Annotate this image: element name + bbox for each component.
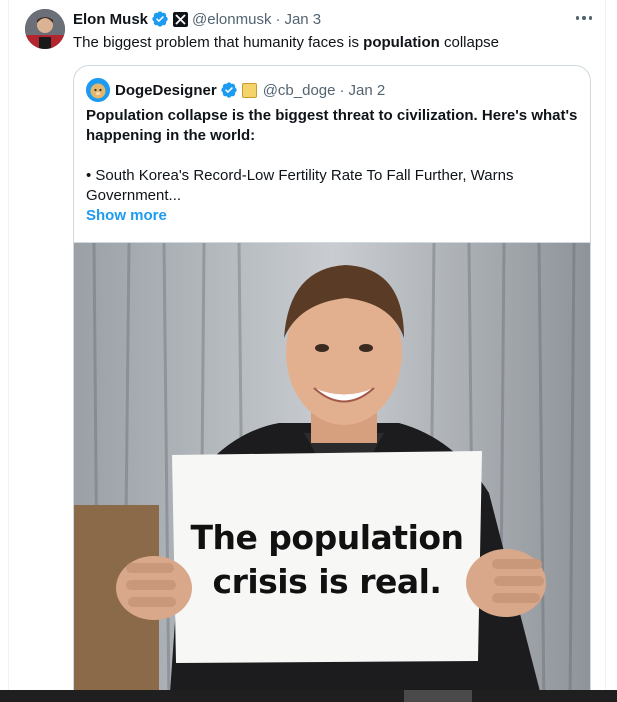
tweet-text-part1: The biggest problem that humanity faces …: [73, 34, 364, 51]
author-handle[interactable]: @elonmusk: [192, 11, 271, 28]
tweet-text: The biggest problem that humanity faces …: [73, 33, 499, 53]
quoted-author-handle[interactable]: @cb_doge: [263, 82, 336, 99]
verified-badge-icon: [221, 82, 237, 98]
author-avatar[interactable]: [25, 9, 65, 49]
quoted-tweet-headline: Population collapse is the biggest threa…: [86, 107, 578, 144]
show-more-link[interactable]: Show more: [86, 206, 167, 226]
x-logo-icon: [173, 11, 189, 27]
quoted-tweet-header: DogeDesigner @cb_doge · Jan 2: [86, 78, 385, 102]
tweet-card[interactable]: Elon Musk @elonmusk · Jan 3 The biggest …: [8, 0, 606, 702]
quoted-author-avatar[interactable]: [86, 78, 110, 102]
quoted-tweet-image[interactable]: The population crisis is real.: [74, 242, 590, 702]
tweet-text-part2: collapse: [439, 34, 500, 51]
quoted-tweet-bullet: • South Korea's Record-Low Fertility Rat…: [86, 167, 514, 204]
more-options-icon[interactable]: [572, 8, 596, 28]
quoted-tweet[interactable]: DogeDesigner @cb_doge · Jan 2 Population…: [73, 65, 591, 702]
author-name[interactable]: Elon Musk: [73, 11, 148, 28]
tweet-text-bold: population: [363, 34, 440, 51]
separator-dot: ·: [275, 10, 281, 28]
scrollbar-thumb[interactable]: [404, 690, 472, 702]
sign-text-line2: crisis is real.: [212, 562, 442, 601]
bottom-scrollbar[interactable]: [0, 690, 617, 702]
tweet-header: Elon Musk @elonmusk · Jan 3: [73, 9, 321, 29]
doge-affiliate-badge-icon: [241, 82, 257, 98]
separator-dot: ·: [339, 81, 345, 99]
verified-badge-icon: [152, 11, 168, 27]
quoted-tweet-date[interactable]: Jan 2: [348, 82, 385, 99]
quoted-author-name[interactable]: DogeDesigner: [115, 82, 217, 99]
quoted-tweet-body: Population collapse is the biggest threa…: [86, 106, 578, 226]
tweet-date[interactable]: Jan 3: [284, 11, 321, 28]
sign-text-line1: The population: [190, 518, 464, 557]
